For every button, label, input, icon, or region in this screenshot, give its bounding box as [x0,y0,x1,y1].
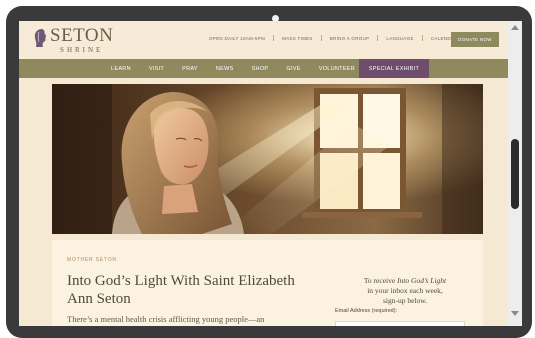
scrollbar[interactable] [508,21,522,326]
donate-button[interactable]: DONATE NOW [451,32,499,47]
divider [377,35,379,41]
link-language[interactable]: LANGUAGE [386,36,413,41]
nav-item-news[interactable]: NEWS [216,66,234,72]
signup-line1-prefix: To receive [363,276,398,285]
nav-item-volunteer[interactable]: VOLUNTEER [319,66,355,72]
browser-viewport: SETON SHRINE OPEN DAILY 10AM-5PM MASS TI… [19,21,508,326]
divider [421,35,423,41]
signup-series-name: Into God’s Light [397,276,447,285]
nav-item-pray[interactable]: PRAY [182,66,198,72]
article-title[interactable]: Into God’s Light With Saint Elizabeth An… [67,272,312,308]
article-category[interactable]: MOTHER SETON [67,257,117,263]
nav-item-learn[interactable]: LEARN [111,66,131,72]
nav-item-shop[interactable]: SHOP [252,66,269,72]
logo-wordmark: SETON [50,25,114,46]
arrow-up-icon[interactable] [511,25,519,30]
divider [320,35,322,41]
link-hours[interactable]: OPEN DAILY 10AM-5PM [209,36,265,41]
seton-profile-icon [34,29,47,47]
utility-links: OPEN DAILY 10AM-5PM MASS TIMES BRING A G… [209,35,458,41]
email-field[interactable] [335,321,465,326]
signup-prompt: To receive Into God’s Light in your inbo… [335,276,475,306]
nav-item-give[interactable]: GIVE [286,66,300,72]
divider [273,35,275,41]
nav-item-visit[interactable]: VISIT [149,66,164,72]
email-field-label: Email Address (required): [335,308,398,314]
signup-line2: in your inbox each week, [367,286,443,295]
signup-line3: sign-up below. [382,296,428,305]
article-excerpt: There’s a mental health crisis afflictin… [67,314,265,324]
hero-image [52,84,483,234]
logo-subtitle: SHRINE [60,46,104,54]
link-bring-a-group[interactable]: BRING A GROUP [330,36,370,41]
link-mass-times[interactable]: MASS TIMES [282,36,313,41]
scrollbar-thumb[interactable] [511,139,519,209]
arrow-down-icon[interactable] [511,311,519,316]
article-card: MOTHER SETON Into God’s Light With Saint… [52,240,483,326]
site-header: SETON SHRINE OPEN DAILY 10AM-5PM MASS TI… [19,21,508,59]
main-nav: LEARN VISIT PRAY NEWS SHOP GIVE VOLUNTEE… [19,59,508,78]
nav-item-special-exhibit[interactable]: SPECIAL EXHIBIT [359,59,429,78]
site-logo[interactable]: SETON SHRINE [33,26,113,54]
